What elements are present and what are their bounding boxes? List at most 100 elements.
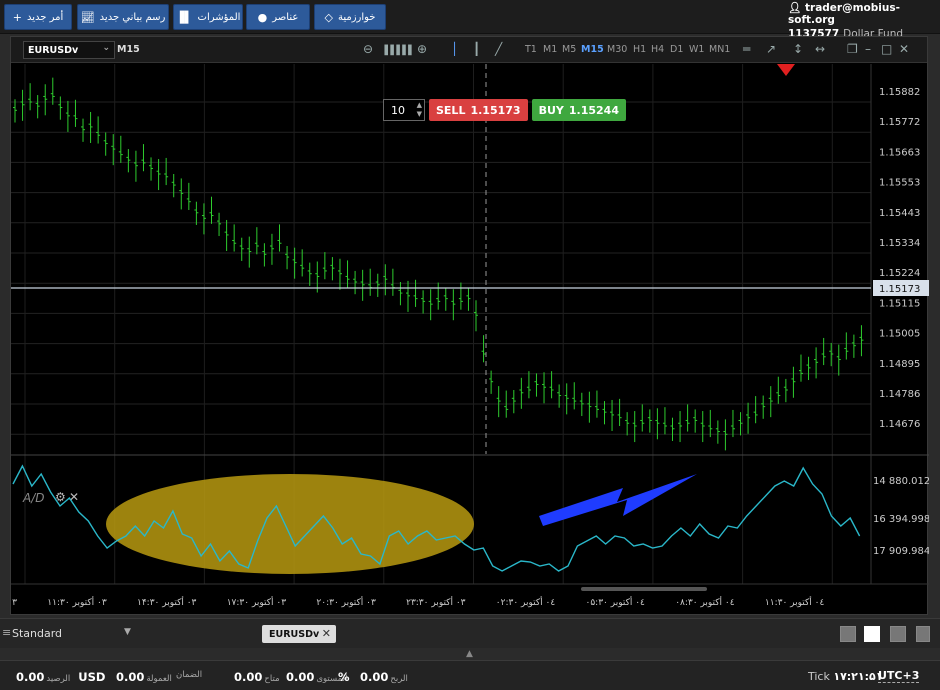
sell-button[interactable]: SELL 1.15173 bbox=[429, 99, 528, 121]
chart-tab-eurusd[interactable]: EURUSDv ✕ bbox=[262, 625, 336, 643]
elements-button[interactable]: ● عناصر bbox=[246, 4, 310, 30]
minimize-icon[interactable]: – bbox=[865, 42, 871, 56]
chart-header: EURUSDv ⌄ M15 ⊖ ▐▐▐▐▐ ⊕ │ ┃ ╱ T1 M1 M5 M… bbox=[11, 37, 927, 63]
margin-label: الضمان bbox=[176, 670, 203, 680]
tf-m15[interactable]: M15 bbox=[581, 44, 604, 55]
tf-mn1[interactable]: MN1 bbox=[709, 44, 730, 55]
margin-status: الضمان bbox=[176, 670, 202, 680]
price-axis-label: 1.15553 bbox=[879, 178, 920, 189]
chart-icon: 📈︎ bbox=[80, 10, 95, 24]
indicator-axis-label: 14 880.0125 bbox=[873, 476, 929, 487]
diamond-icon: ◇ bbox=[324, 10, 333, 24]
layout-grid-button[interactable] bbox=[864, 626, 880, 642]
profit-value: 0.00 bbox=[360, 670, 389, 684]
horizontal-scrollbar bbox=[581, 587, 707, 591]
zoom-slider[interactable]: ▐▐▐▐▐ bbox=[381, 44, 412, 58]
indicator-axis-label: 16 394.9986 bbox=[873, 514, 929, 525]
tf-w1[interactable]: W1 bbox=[689, 44, 704, 55]
buy-button[interactable]: BUY 1.15244 bbox=[531, 99, 626, 121]
menu-icon[interactable]: ≡ bbox=[2, 626, 11, 639]
trend-line-tool-icon[interactable]: ↗ bbox=[766, 42, 776, 56]
close-icon[interactable]: ✕ bbox=[899, 42, 909, 56]
tf-t1[interactable]: T1 bbox=[525, 44, 537, 55]
user-icon: 👤︎ bbox=[788, 2, 802, 14]
free-value: 0.00 bbox=[286, 670, 315, 684]
tf-m1[interactable]: M1 bbox=[543, 44, 557, 55]
indicators-button[interactable]: ▐▌ المؤشرات bbox=[173, 4, 243, 30]
server-time: Tick ۱۷:۲۱:۵۱ bbox=[808, 670, 882, 683]
time-axis-label: ۰۳ أكتوبر ۲۰:۳۰ bbox=[316, 596, 376, 608]
line-chart-type-icon[interactable]: ╱ bbox=[495, 42, 502, 56]
buy-price: 1.15244 bbox=[568, 103, 619, 117]
timezone-select[interactable]: UTC+3 bbox=[878, 669, 920, 683]
layout-rows-button[interactable] bbox=[916, 626, 930, 642]
symbol-select[interactable]: EURUSDv ⌄ bbox=[23, 41, 115, 59]
new-order-button[interactable]: + أمر جديد bbox=[4, 4, 72, 30]
profit-status: 0.00 الربح bbox=[360, 670, 408, 684]
balance-value: 0.00 bbox=[16, 670, 45, 684]
free-label: متاح bbox=[264, 674, 280, 684]
elements-label: عناصر bbox=[272, 11, 299, 23]
zoom-out-icon[interactable]: ⊖ bbox=[363, 42, 373, 56]
price-chart[interactable]: 1.15882 1.15772 1.15663 1.15553 1.15443 1.153… bbox=[11, 64, 929, 616]
account-info[interactable]: 👤︎ trader@mobius-soft.org 1137577 Dollar … bbox=[788, 1, 934, 40]
collapse-arrow-icon[interactable]: ▲ bbox=[466, 649, 473, 659]
price-axis-label: 1.15443 bbox=[879, 208, 920, 219]
new-order-label: أمر جديد bbox=[26, 11, 64, 23]
time-axis-label: ۰٤ أكتوبر ۱۱:۳۰ bbox=[765, 596, 825, 608]
time-value: ۱۷:۲۱:۵۱ bbox=[833, 670, 883, 683]
top-toolbar: + أمر جديد 📈︎ رسم بياني جديد ▐▌ المؤشرات… bbox=[0, 0, 940, 40]
new-chart-button[interactable]: 📈︎ رسم بياني جديد bbox=[77, 4, 169, 30]
detach-icon[interactable]: ❐ bbox=[847, 42, 858, 56]
price-axis-label: 1.14676 bbox=[879, 419, 920, 430]
layout-columns-button[interactable] bbox=[890, 626, 906, 642]
close-indicator-icon[interactable]: ✕ bbox=[69, 490, 79, 504]
one-click-trade-panel: 10 ▲ ▼ SELL 1.15173 BUY 1.15244 bbox=[383, 99, 626, 121]
spinner-icon[interactable]: ▲ ▼ bbox=[417, 101, 422, 119]
buy-label: BUY bbox=[538, 103, 564, 117]
price-axis-label: 1.15663 bbox=[879, 147, 920, 158]
bar-chart-type-icon[interactable]: │ bbox=[451, 42, 458, 56]
chevron-down-icon: ⌄ bbox=[102, 43, 110, 53]
highlight-ellipse bbox=[106, 474, 474, 574]
margin-value-status: 0.00 متاح bbox=[234, 670, 280, 684]
tf-h4[interactable]: H4 bbox=[651, 44, 664, 55]
price-axis-label: 1.15882 bbox=[879, 87, 920, 98]
lot-size-input[interactable]: 10 ▲ ▼ bbox=[383, 99, 425, 121]
commission-value: 0.00 bbox=[116, 670, 145, 684]
chevron-down-icon[interactable]: ▼ bbox=[124, 627, 131, 637]
horizontal-arrow-tool-icon[interactable]: ↔ bbox=[815, 42, 825, 56]
profile-select[interactable]: Standard bbox=[12, 627, 62, 640]
chart-tab-bar: ≡ Standard ▼ EURUSDv ✕ bbox=[0, 618, 940, 648]
chart-plot-area[interactable]: 1.15882 1.15772 1.15663 1.15553 1.15443 1.153… bbox=[11, 64, 929, 616]
sell-price: 1.15173 bbox=[470, 103, 521, 117]
price-axis-label: 1.15334 bbox=[879, 238, 920, 249]
candle-chart-type-icon[interactable]: ┃ bbox=[473, 42, 480, 56]
tf-m30[interactable]: M30 bbox=[607, 44, 627, 55]
tf-h1[interactable]: H1 bbox=[633, 44, 646, 55]
close-tab-icon[interactable]: ✕ bbox=[322, 627, 331, 640]
time-axis-label: ۰۳ أكتوبر ۱۴:۳۰ bbox=[137, 596, 197, 608]
shapes-icon: ● bbox=[257, 10, 268, 24]
price-axis-label: 1.15224 bbox=[879, 268, 920, 279]
level-status: % bbox=[338, 670, 350, 684]
gear-icon[interactable]: ⚙ bbox=[55, 490, 66, 504]
time-axis-label: ۰٤ أكتوبر ۰۵:۳۰ bbox=[586, 596, 646, 608]
balance-status: 0.00 الرصيد USD bbox=[16, 670, 105, 684]
indicators-label: المؤشرات bbox=[197, 11, 241, 23]
price-axis-label: 1.14786 bbox=[879, 389, 920, 400]
horizontal-line-tool-icon[interactable]: ═ bbox=[743, 42, 750, 56]
price-axis-label: 1.15005 bbox=[879, 329, 920, 340]
layout-single-button[interactable] bbox=[840, 626, 856, 642]
tf-d1[interactable]: D1 bbox=[670, 44, 683, 55]
maximize-icon[interactable]: □ bbox=[881, 42, 892, 56]
current-timeframe: M15 bbox=[117, 44, 140, 55]
algorithms-button[interactable]: ◇ خوارزمية bbox=[314, 4, 386, 30]
commission-status: 0.00 العمولة bbox=[116, 670, 172, 684]
vertical-line-tool-icon[interactable]: ↕ bbox=[793, 42, 803, 56]
zoom-in-icon[interactable]: ⊕ bbox=[417, 42, 427, 56]
tf-m5[interactable]: M5 bbox=[562, 44, 576, 55]
trading-terminal: + أمر جديد 📈︎ رسم بياني جديد ▐▌ المؤشرات… bbox=[0, 0, 940, 690]
indicator-name: A/D bbox=[23, 491, 45, 505]
balance-currency: USD bbox=[78, 670, 106, 684]
